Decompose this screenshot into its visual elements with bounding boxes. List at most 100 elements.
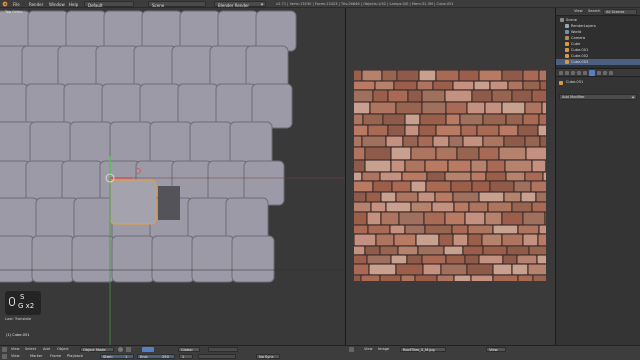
timeline-type-icon[interactable] <box>2 354 7 359</box>
outliner-item-label: Cube.001 <box>571 48 589 52</box>
mouse-icon <box>9 297 15 306</box>
material-tab-icon[interactable] <box>603 71 607 75</box>
start-frame-field[interactable]: Start: 1 <box>100 354 134 359</box>
image-selector[interactable]: RoofTiles_S_M.jpg <box>400 347 446 352</box>
brick <box>528 264 546 275</box>
properties-editor[interactable]: Cube.051 Add Modifier <box>556 69 640 345</box>
image-editor-type-icon[interactable] <box>349 347 354 352</box>
brick <box>420 114 446 125</box>
brick <box>445 172 471 181</box>
brick <box>479 147 499 160</box>
brick <box>468 225 493 234</box>
brick <box>394 81 417 90</box>
data-tab-icon[interactable] <box>597 71 601 75</box>
object-tab-icon[interactable] <box>577 71 581 75</box>
shading-icon[interactable] <box>118 347 123 352</box>
end-frame-field[interactable]: End: 250 <box>137 354 175 359</box>
mode-selector[interactable]: Object Mode <box>80 347 114 352</box>
brick <box>538 125 546 136</box>
viewport-view-menu[interactable]: View <box>11 347 20 352</box>
scene-selector[interactable]: Scene <box>148 1 206 8</box>
brick <box>354 202 371 212</box>
menu-help[interactable]: Help <box>69 2 78 7</box>
current-frame-field[interactable]: 1 <box>179 354 193 359</box>
roof-tiles-mesh[interactable] <box>0 8 345 345</box>
menu-file[interactable]: File <box>13 2 20 7</box>
editor-type-icon[interactable] <box>2 347 7 352</box>
selected-tile[interactable] <box>109 179 157 225</box>
3d-viewport[interactable]: Top Ortho S G x2 Last: Translate (1) Cub… <box>0 8 345 345</box>
uv-image-editor[interactable] <box>346 8 555 345</box>
brick <box>502 234 523 246</box>
brick <box>354 246 365 255</box>
brick <box>436 147 457 160</box>
timeline-frame-menu[interactable]: Frame <box>50 354 61 359</box>
sync-selector[interactable]: No Sync <box>256 354 280 359</box>
brick <box>394 234 416 246</box>
brick <box>533 275 546 281</box>
start-frame-value: 1 <box>125 355 128 359</box>
brick <box>367 255 391 264</box>
brick <box>512 202 532 212</box>
menu-window[interactable]: Window <box>49 2 65 7</box>
outliner-search-menu[interactable]: Search <box>588 9 600 14</box>
orientation-selector[interactable]: Global <box>178 347 200 352</box>
brick <box>402 172 427 181</box>
properties-tabs <box>556 69 640 77</box>
viewport-object-menu[interactable]: Object <box>57 347 69 352</box>
viewport-add-menu[interactable]: Add <box>43 347 50 352</box>
playback-controls[interactable] <box>198 354 236 359</box>
scene-tab-icon[interactable] <box>565 71 569 75</box>
brick <box>354 125 368 136</box>
brick <box>457 147 479 160</box>
object-type-icon <box>565 48 569 52</box>
add-modifier-button[interactable]: Add Modifier <box>559 94 637 100</box>
modifiers-tab-icon[interactable] <box>589 70 595 76</box>
brick <box>452 225 468 234</box>
brick <box>472 90 492 102</box>
brick <box>448 160 471 172</box>
brick <box>499 147 526 160</box>
pivot-icon[interactable] <box>126 347 131 352</box>
brick <box>417 81 433 90</box>
blender-logo-icon[interactable] <box>2 1 8 7</box>
hud-key-g: G x2 <box>18 302 35 310</box>
manipulator-toggle[interactable] <box>142 347 154 352</box>
brick <box>542 102 546 114</box>
timeline-view-menu[interactable]: View <box>11 354 20 359</box>
brick <box>354 181 373 192</box>
outliner-item-label: Cube.003 <box>571 60 589 64</box>
viewport-select-menu[interactable]: Select <box>25 347 36 352</box>
brick <box>380 275 401 281</box>
brick <box>391 255 407 264</box>
constraints-tab-icon[interactable] <box>583 71 587 75</box>
render-engine-selector[interactable]: Blender Render <box>214 1 266 8</box>
roof-tile <box>0 83 29 129</box>
brick <box>526 147 546 160</box>
world-tab-icon[interactable] <box>571 71 575 75</box>
timeline-playback-menu[interactable]: Playback <box>67 354 83 359</box>
texture-tab-icon[interactable] <box>609 71 613 75</box>
outliner-item[interactable]: Cube.003 <box>556 59 640 65</box>
timeline-marker-menu[interactable]: Marker <box>30 354 42 359</box>
outliner-item-label: Cube.002 <box>571 54 589 58</box>
outliner[interactable]: View Search All Scenes Scene RenderLayers… <box>556 8 640 68</box>
brick <box>362 136 386 147</box>
brick <box>467 102 485 114</box>
outliner-display-mode[interactable]: All Scenes <box>603 9 637 15</box>
brick <box>422 102 446 114</box>
render-tab-icon[interactable] <box>559 71 563 75</box>
image-view-menu[interactable]: View <box>364 347 373 352</box>
roof-tile <box>103 10 145 52</box>
layer-buttons[interactable] <box>208 347 238 352</box>
brick <box>426 181 451 192</box>
image-view-selector[interactable]: View <box>486 347 506 352</box>
outliner-view-menu[interactable]: View <box>574 9 583 14</box>
image-image-menu[interactable]: Image <box>378 347 389 352</box>
brick <box>354 234 376 246</box>
layout-selector[interactable]: Default <box>84 1 134 8</box>
roof-tile <box>251 83 293 129</box>
brick <box>449 136 463 147</box>
brick <box>362 70 382 81</box>
menu-render[interactable]: Render <box>29 2 43 7</box>
